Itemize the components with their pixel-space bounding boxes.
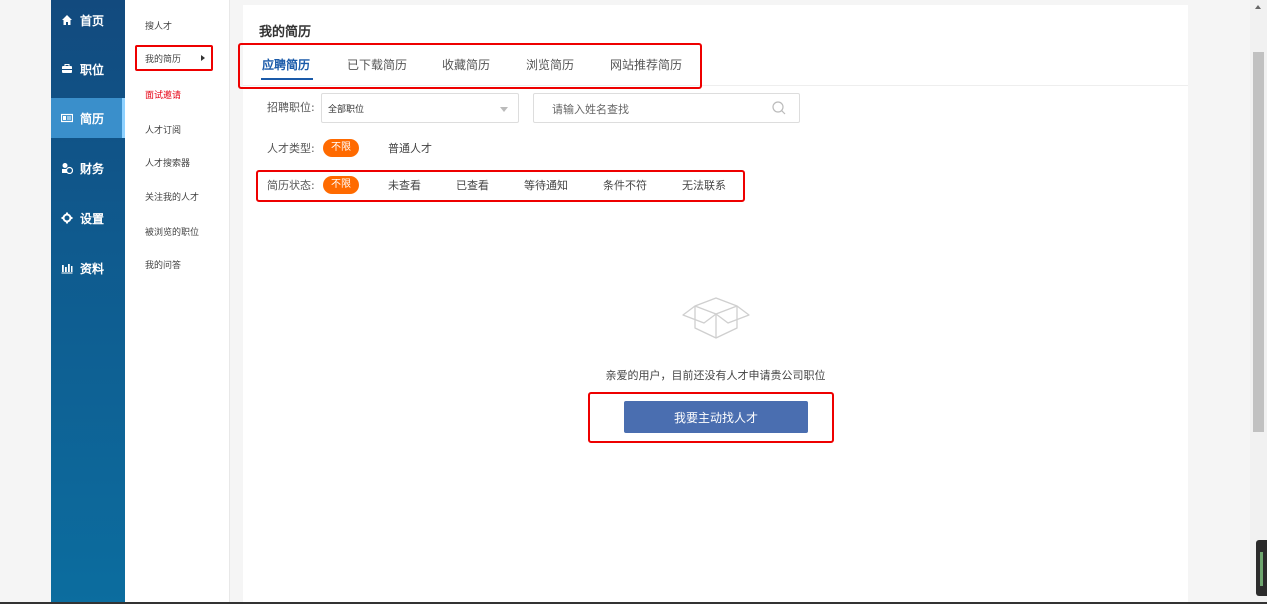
main-sidebar: 首页 职位 简历 财务 设置 资料 (51, 0, 125, 604)
chart-bars-icon (60, 261, 74, 275)
search-input[interactable] (550, 94, 764, 124)
resume-submenu: 搜人才 我的简历 面试邀请 人才订阅 人才搜索器 关注我的人才 被浏览的职位 我… (125, 0, 230, 604)
submenu-item-followers[interactable]: 关注我的人才 (145, 190, 199, 203)
briefcase-icon (60, 62, 74, 76)
sidebar-item-home[interactable]: 首页 (51, 0, 125, 40)
page-title: 我的简历 (259, 25, 312, 40)
finance-icon (60, 161, 74, 175)
find-talent-button[interactable]: 我要主动找人才 (624, 401, 808, 433)
chevron-down-icon (500, 107, 508, 112)
widget-indicator (1260, 552, 1263, 586)
position-select[interactable]: 全部职位 (321, 93, 519, 123)
submenu-item-talent-subscription[interactable]: 人才订阅 (145, 123, 181, 136)
empty-box-icon (682, 297, 750, 339)
submenu-item-viewed-jobs[interactable]: 被浏览的职位 (145, 225, 199, 238)
sidebar-item-label: 简历 (80, 111, 105, 126)
sidebar-item-resume[interactable]: 简历 (51, 98, 125, 138)
submenu-item-interview-invites[interactable]: 面试邀请 (145, 88, 181, 101)
status-highlight-box (256, 170, 745, 202)
caret-right-icon (201, 55, 205, 61)
submenu-item-qa[interactable]: 我的问答 (145, 258, 181, 271)
sidebar-item-label: 设置 (80, 211, 105, 226)
scroll-up-icon[interactable] (1255, 5, 1261, 9)
submenu-item-my-resumes[interactable]: 我的简历 (135, 45, 213, 71)
sidebar-item-profile[interactable]: 资料 (51, 248, 125, 288)
side-widget[interactable] (1256, 540, 1267, 596)
submenu-item-search-talent[interactable]: 搜人才 (145, 19, 172, 32)
page-scrollbar[interactable] (1250, 0, 1267, 604)
sidebar-item-finance[interactable]: 财务 (51, 148, 125, 188)
tabs-highlight-box (238, 43, 702, 89)
home-icon (60, 13, 74, 27)
submenu-item-talent-searcher[interactable]: 人才搜索器 (145, 156, 190, 169)
sidebar-item-label: 职位 (80, 62, 105, 77)
sidebar-item-label: 财务 (80, 161, 105, 176)
name-search (533, 93, 800, 124)
position-select-value: 全部职位 (328, 104, 365, 115)
empty-state-message: 亲爱的用户，目前还没有人才申请贵公司职位 (605, 369, 826, 382)
sidebar-item-jobs[interactable]: 职位 (51, 49, 125, 89)
submenu-item-label: 我的简历 (145, 54, 182, 65)
gear-icon (60, 211, 74, 225)
talent-type-option-any[interactable]: 不限 (323, 139, 359, 157)
sidebar-item-label: 首页 (80, 13, 105, 28)
main-panel: 我的简历 应聘简历 已下载简历 收藏简历 浏览简历 网站推荐简历 招聘职位: 全… (238, 5, 1188, 604)
scrollbar-thumb[interactable] (1253, 52, 1264, 432)
talent-type-option-regular[interactable]: 普通人才 (388, 140, 432, 156)
search-icon[interactable] (771, 100, 787, 116)
id-card-icon (60, 111, 74, 125)
talent-type-label: 人才类型: (267, 142, 315, 155)
position-filter-label: 招聘职位: (267, 101, 315, 114)
sidebar-item-settings[interactable]: 设置 (51, 198, 125, 238)
sidebar-item-label: 资料 (80, 261, 105, 276)
